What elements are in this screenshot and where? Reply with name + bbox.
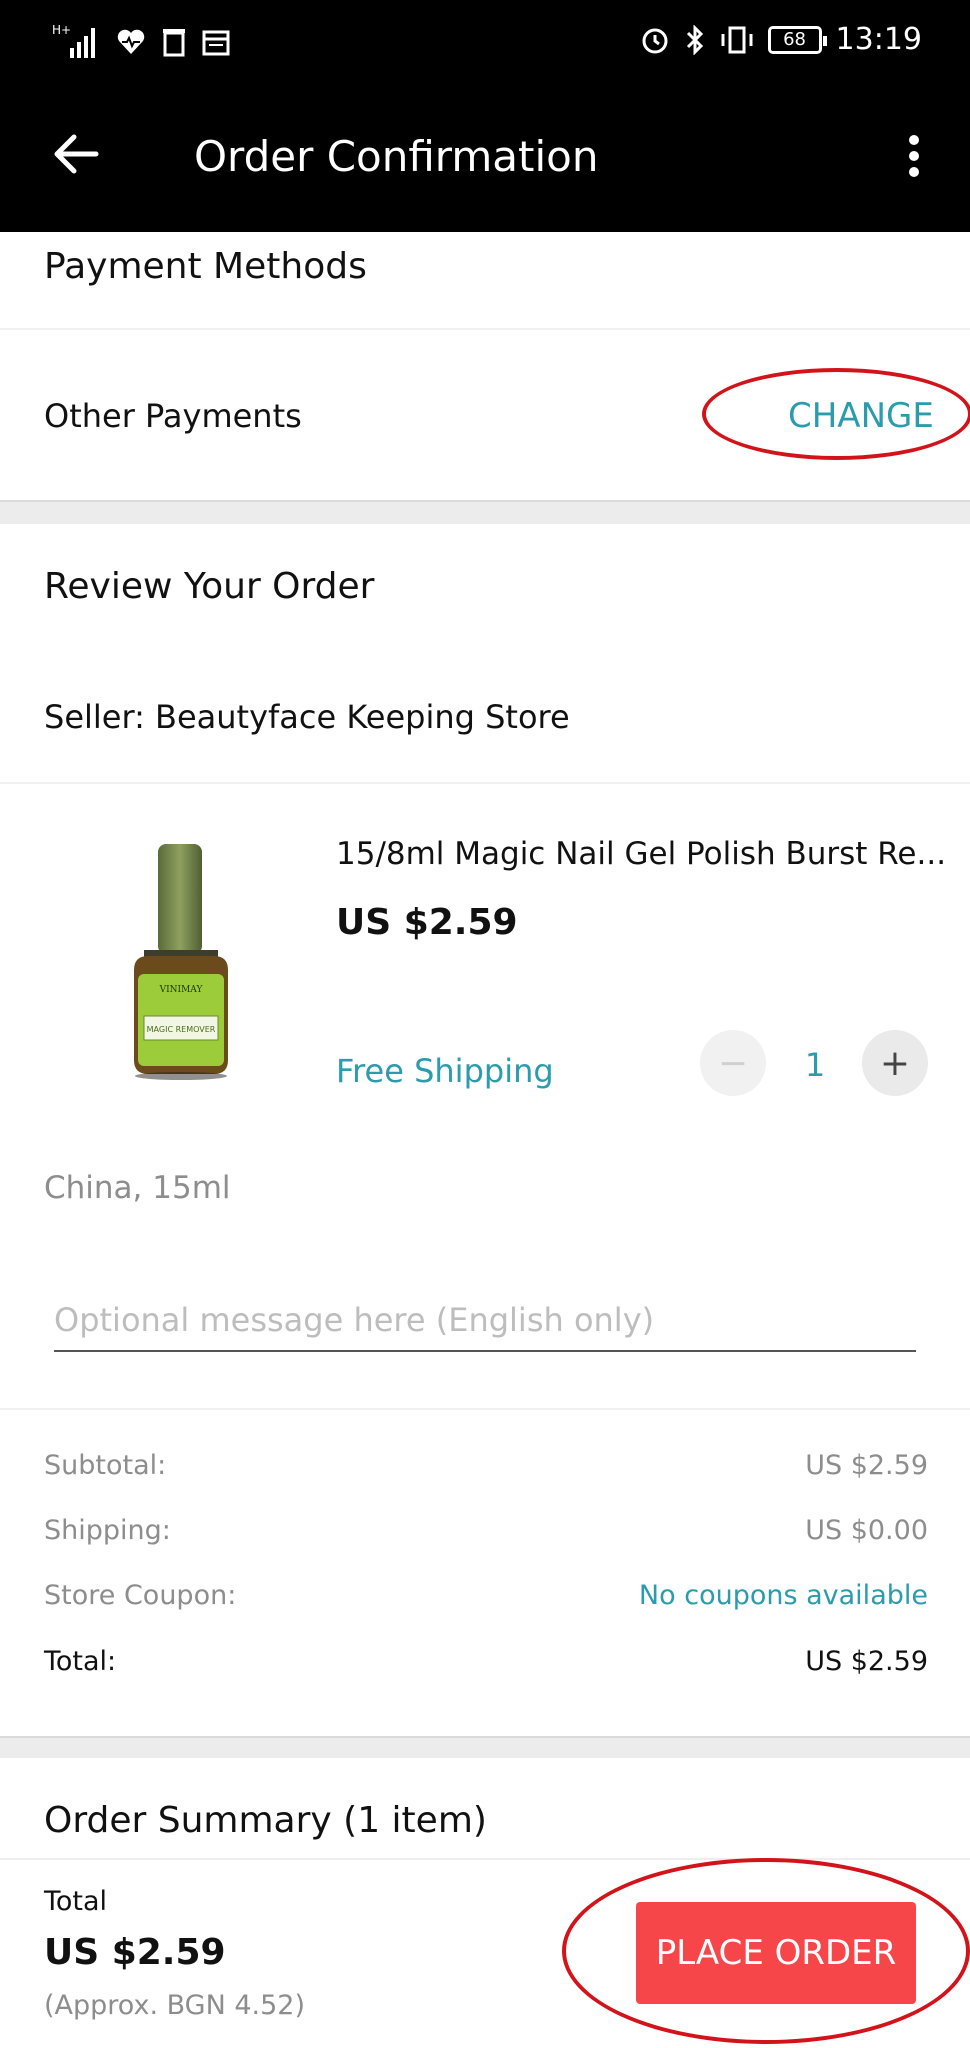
calendar-icon	[202, 30, 230, 56]
divider	[0, 782, 970, 784]
product-price: US $2.59	[336, 902, 518, 943]
footer-total-label: Total	[44, 1886, 108, 1917]
battery-indicator: 68	[767, 25, 827, 54]
quantity-increase-button[interactable]: +	[862, 1030, 928, 1096]
shipping-label: Shipping:	[44, 1515, 171, 1546]
product-label-text: MAGIC REMOVER	[147, 1025, 216, 1034]
section-separator	[0, 1736, 970, 1758]
product-brand-text: VINIMAY	[159, 985, 204, 995]
shipping-value: US $0.00	[805, 1515, 928, 1546]
back-arrow-icon[interactable]	[48, 126, 104, 182]
seller-name[interactable]: Seller: Beautyface Keeping Store	[44, 698, 570, 736]
total-value: US $2.59	[805, 1646, 928, 1677]
order-summary-title: Order Summary (1 item)	[44, 1800, 487, 1841]
payment-methods-title: Payment Methods	[44, 246, 367, 287]
product-name[interactable]: 15/8ml Magic Nail Gel Polish Burst Re...	[336, 836, 946, 872]
health-icon	[117, 29, 145, 54]
alarm-icon	[642, 28, 668, 53]
status-icons-left: H+	[52, 22, 230, 62]
quantity-decrease-button[interactable]: −	[700, 1030, 766, 1096]
status-icons-right: 68 13:19	[640, 22, 922, 57]
subtotal-label: Subtotal:	[44, 1450, 167, 1481]
svg-text:H+: H+	[52, 23, 71, 37]
change-payment-button[interactable]: CHANGE	[788, 396, 934, 436]
total-label: Total:	[44, 1646, 117, 1677]
store-coupon-value[interactable]: No coupons available	[639, 1580, 928, 1611]
page-title: Order Confirmation	[194, 132, 599, 181]
signal-icon: H+	[52, 23, 95, 58]
clock: 13:19	[835, 22, 922, 57]
seller-message-input[interactable]	[54, 1290, 916, 1352]
divider	[0, 328, 970, 330]
quantity-value: 1	[804, 1046, 826, 1084]
vibrate-icon	[721, 26, 753, 53]
store-coupon-label: Store Coupon:	[44, 1580, 237, 1611]
footer-total-value: US $2.59	[44, 1932, 226, 1973]
shipping-info[interactable]: Free Shipping	[336, 1052, 554, 1090]
review-order-title: Review Your Order	[44, 566, 375, 607]
product-image[interactable]: VINIMAY MAGIC REMOVER	[126, 840, 236, 1080]
footer-approx-value: (Approx. BGN 4.52)	[44, 1990, 306, 2021]
status-bar: H+ 68 13:19	[0, 0, 970, 82]
bluetooth-icon	[686, 24, 703, 55]
trash-icon	[163, 29, 185, 57]
product-variant: China, 15ml	[44, 1170, 231, 1206]
subtotal-value: US $2.59	[805, 1450, 928, 1481]
payment-method-label: Other Payments	[44, 397, 302, 435]
section-separator	[0, 500, 970, 524]
app-bar: Order Confirmation	[0, 82, 970, 232]
divider	[0, 1408, 970, 1410]
more-options-icon[interactable]	[908, 134, 920, 178]
place-order-button[interactable]: PLACE ORDER	[636, 1902, 916, 2004]
